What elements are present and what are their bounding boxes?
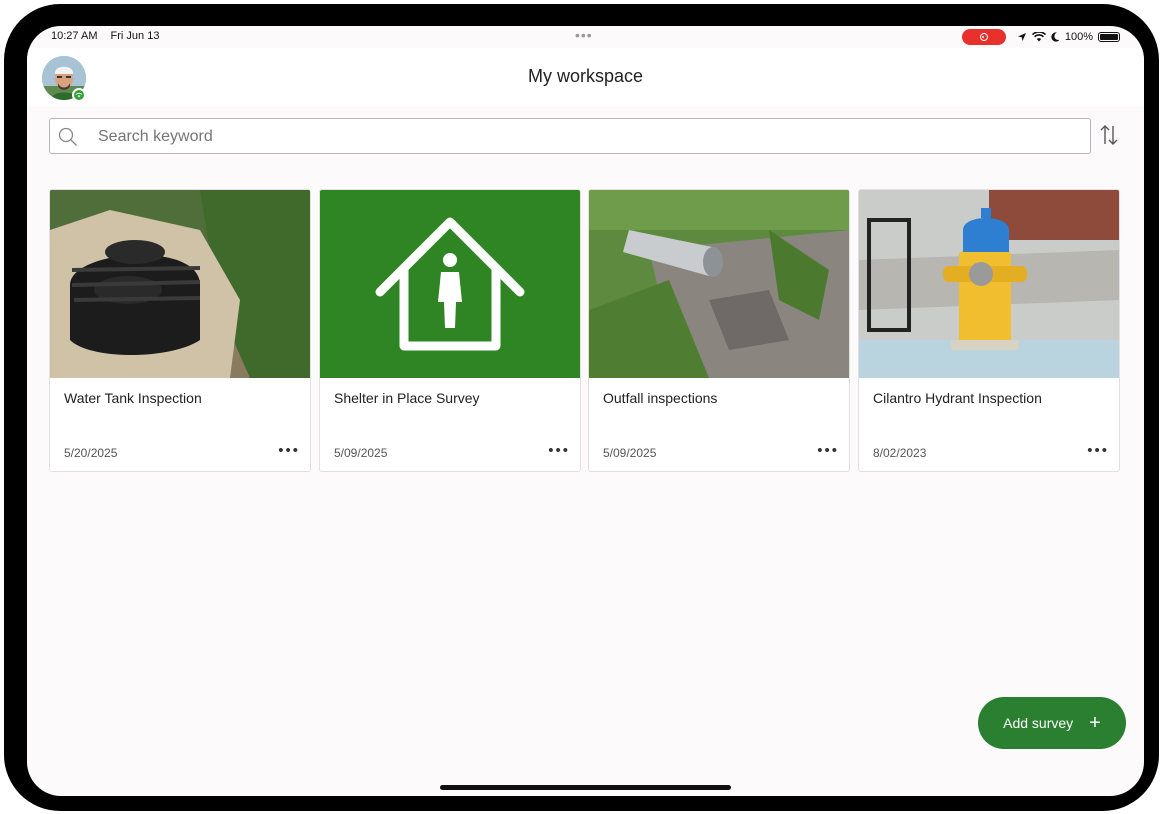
multitask-dots[interactable]: ••• — [575, 27, 593, 43]
survey-thumbnail — [320, 190, 580, 378]
survey-title: Shelter in Place Survey — [334, 390, 480, 406]
add-survey-label: Add survey — [1003, 715, 1074, 731]
app-header: My workspace — [27, 48, 1144, 106]
survey-card[interactable]: Cilantro Hydrant Inspection 8/02/2023 ••… — [858, 189, 1120, 472]
survey-thumbnail — [50, 190, 310, 378]
survey-card[interactable]: Outfall inspections 5/09/2025 ••• — [588, 189, 850, 472]
status-date: Fri Jun 13 — [110, 30, 160, 42]
search-input[interactable] — [96, 125, 1060, 149]
wifi-icon — [1031, 32, 1046, 42]
location-arrow-icon — [1017, 33, 1026, 41]
survey-title: Water Tank Inspection — [64, 390, 202, 406]
status-time: 10:27 AM — [51, 30, 98, 42]
screen-recording-indicator[interactable] — [961, 29, 1006, 45]
battery-icon — [1098, 32, 1120, 42]
battery-percent: 100% — [1064, 31, 1093, 43]
survey-date: 5/09/2025 — [334, 446, 388, 460]
status-bar: 10:27 AM Fri Jun 13 ••• 100% — [27, 26, 1144, 48]
plus-icon: + — [1089, 711, 1101, 734]
moon-icon — [1051, 32, 1060, 42]
survey-thumbnail — [589, 190, 849, 378]
more-options-icon[interactable]: ••• — [548, 442, 570, 459]
status-left: 10:27 AM Fri Jun 13 — [51, 30, 169, 42]
survey-title: Cilantro Hydrant Inspection — [873, 390, 1042, 406]
online-status-badge — [72, 88, 86, 102]
more-options-icon[interactable]: ••• — [278, 442, 300, 459]
search-bar[interactable] — [49, 118, 1091, 154]
device-frame: 10:27 AM Fri Jun 13 ••• 100% My workspac… — [4, 4, 1159, 811]
survey-date: 5/20/2025 — [64, 446, 118, 460]
survey-card[interactable]: Water Tank Inspection 5/20/2025 ••• — [49, 189, 311, 472]
survey-date: 5/09/2025 — [603, 446, 657, 460]
add-survey-button[interactable]: Add survey + — [978, 697, 1126, 749]
home-indicator[interactable] — [440, 785, 731, 790]
more-options-icon[interactable]: ••• — [1087, 442, 1109, 459]
search-icon — [58, 127, 77, 146]
page-title: My workspace — [527, 66, 644, 86]
status-right: 100% — [961, 29, 1120, 45]
survey-title: Outfall inspections — [603, 390, 718, 406]
sort-icon[interactable] — [1099, 124, 1119, 146]
survey-date: 8/02/2023 — [873, 446, 927, 460]
screen: 10:27 AM Fri Jun 13 ••• 100% My workspac… — [27, 26, 1144, 796]
record-icon — [979, 33, 988, 41]
more-options-icon[interactable]: ••• — [817, 442, 839, 459]
wifi-icon — [75, 92, 83, 98]
survey-thumbnail — [859, 190, 1119, 378]
survey-card[interactable]: Shelter in Place Survey 5/09/2025 ••• — [319, 189, 581, 472]
